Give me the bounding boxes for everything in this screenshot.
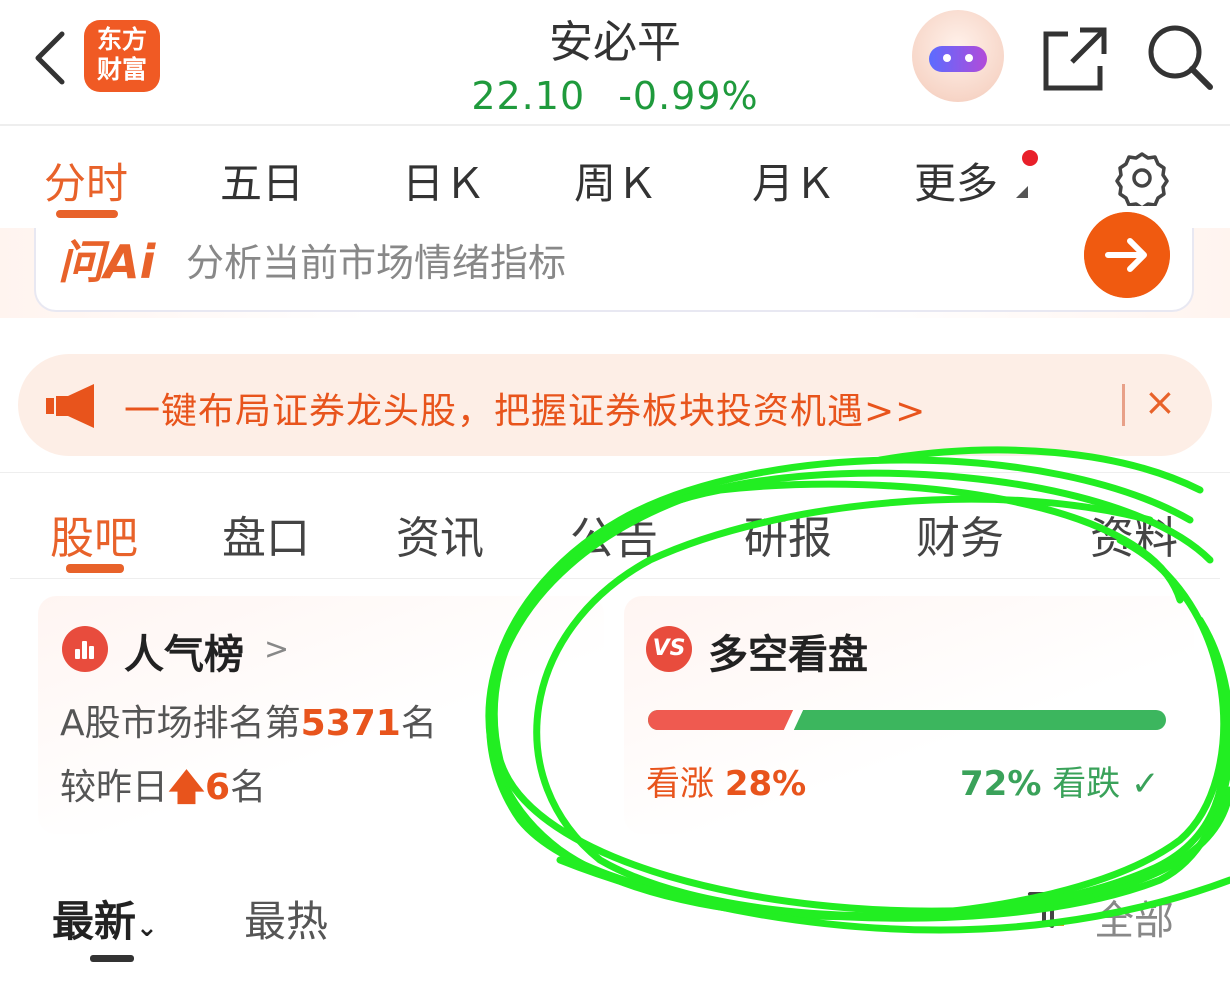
price-change: -0.99%: [618, 74, 759, 118]
section-divider: [0, 472, 1230, 473]
ai-robot-avatar-icon[interactable]: [912, 10, 1004, 102]
tab-profile[interactable]: 资料: [1090, 502, 1178, 566]
search-icon[interactable]: [1145, 22, 1215, 92]
sentiment-bar: [648, 710, 1166, 730]
more-dropdown-icon: [1016, 186, 1028, 198]
sort-hot[interactable]: 最热: [244, 888, 328, 949]
bull-share-fill: [648, 710, 794, 730]
sort-indicator: [90, 955, 134, 962]
banner-close-icon[interactable]: ×: [1144, 380, 1176, 424]
share-icon[interactable]: [1040, 24, 1110, 94]
rank-suffix: 名: [400, 703, 437, 744]
price-row: 22.10 -0.99%: [440, 74, 790, 118]
settings-gear-icon[interactable]: [1114, 150, 1170, 206]
stock-name: 安必平: [549, 17, 681, 68]
tab-research[interactable]: 研报: [744, 502, 832, 566]
logo-line-2: 财富: [96, 55, 147, 84]
rank-value: 5371: [300, 703, 401, 744]
chevron-down-icon: ⌄: [136, 913, 158, 943]
tab-intraday[interactable]: 分时: [44, 150, 128, 211]
bull-percent: 28%: [724, 764, 807, 804]
notification-dot: [1022, 150, 1038, 166]
bull-stat[interactable]: 看涨 28%: [646, 756, 806, 805]
filter-funnel-icon[interactable]: [1026, 888, 1070, 932]
tabs-divider: [10, 578, 1220, 579]
ask-ai-prompt[interactable]: 分析当前市场情绪指标: [186, 232, 566, 287]
bear-percent: 72%: [960, 764, 1042, 804]
check-icon: ✓: [1131, 764, 1160, 804]
rank-change-suffix: 名: [230, 767, 267, 808]
tab-news[interactable]: 资讯: [396, 502, 484, 566]
tab-indicator: [56, 210, 118, 218]
rank-prefix: A股市场排名第: [60, 703, 301, 744]
versus-icon: VS: [646, 626, 692, 672]
rank-change-value: 6: [205, 767, 231, 808]
app-logo: 东方 财富: [84, 20, 160, 92]
rank-change: 较昨日🡅6名: [60, 758, 266, 822]
bull-label: 看涨: [646, 764, 714, 804]
banner-divider: [1122, 384, 1125, 426]
tab-monthly-k[interactable]: 月Ｋ: [752, 150, 836, 211]
tab-five-day[interactable]: 五日: [220, 150, 304, 211]
header-divider: [0, 124, 1230, 126]
market-rank: A股市场排名第5371名: [60, 694, 437, 746]
tab-guba[interactable]: 股吧: [50, 502, 138, 566]
stock-price: 22.10: [471, 74, 586, 118]
content-tab-indicator: [66, 564, 124, 573]
rank-change-prefix: 较昨日: [60, 767, 169, 808]
bear-label: 看跌: [1052, 764, 1121, 804]
logo-line-1: 东方: [96, 25, 147, 54]
back-arrow-icon[interactable]: [30, 28, 70, 88]
popularity-title: 人气榜: [124, 632, 244, 678]
filter-all[interactable]: 全部: [1094, 888, 1174, 946]
tab-more[interactable]: 更多: [914, 150, 998, 211]
promo-banner-text[interactable]: 一键布局证券龙头股，把握证券板块投资机遇>>: [124, 382, 926, 434]
chevron-right-icon: >: [264, 632, 290, 667]
ranking-chart-icon: [62, 626, 108, 672]
tab-order-book[interactable]: 盘口: [222, 502, 310, 566]
tab-weekly-k[interactable]: 周Ｋ: [574, 150, 658, 211]
tab-daily-k[interactable]: 日Ｋ: [402, 150, 486, 211]
ask-ai-submit-arrow-icon[interactable]: [1084, 212, 1170, 298]
arrow-up-icon: 🡅: [168, 767, 206, 808]
tab-announcements[interactable]: 公告: [570, 502, 658, 566]
megaphone-icon: [46, 384, 94, 428]
ask-ai-logo: 问Ai: [58, 235, 156, 289]
tab-finance[interactable]: 财务: [916, 502, 1004, 566]
sentiment-title: 多空看盘: [708, 632, 868, 678]
bear-stat[interactable]: 72% 看跌 ✓: [960, 756, 1160, 805]
sort-latest-label: 最新: [52, 897, 137, 946]
sort-latest[interactable]: 最新⌄: [52, 888, 158, 949]
